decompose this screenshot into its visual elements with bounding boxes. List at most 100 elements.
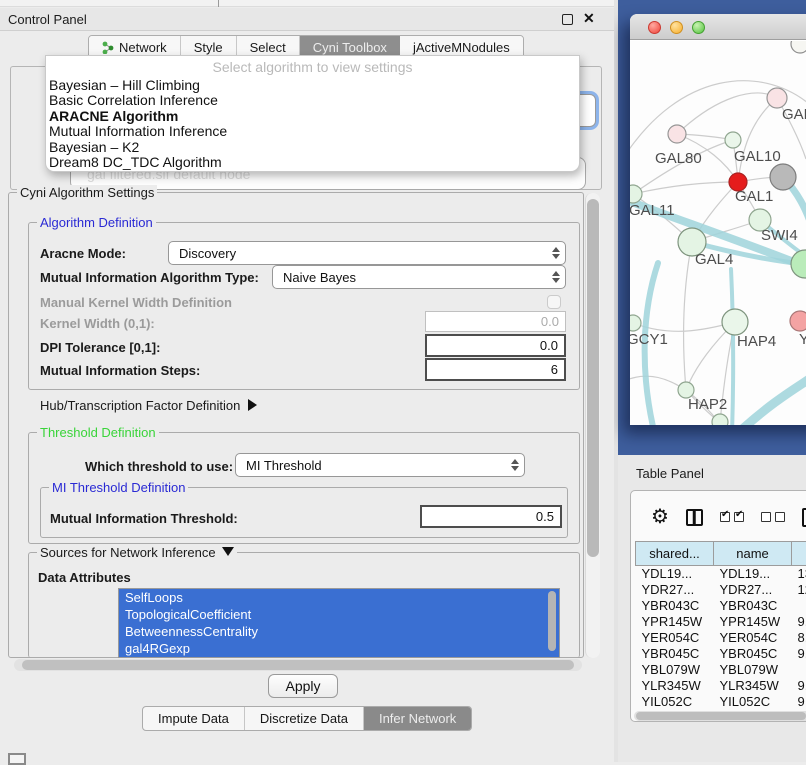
node-label-gal80: GAL80 bbox=[655, 150, 702, 167]
tab-impute-data[interactable]: Impute Data bbox=[143, 707, 245, 730]
close-traffic-light-icon[interactable] bbox=[648, 21, 661, 34]
dropdown-item[interactable]: ARACNE Algorithm bbox=[46, 109, 579, 124]
node-label-gal1: GAL1 bbox=[735, 188, 773, 205]
table-cell: 8. bbox=[792, 630, 806, 646]
network-node[interactable] bbox=[722, 309, 748, 335]
mi-type-combo[interactable]: Naive Bayes bbox=[272, 265, 566, 289]
attribute-item[interactable]: BetweennessCentrality bbox=[119, 623, 559, 640]
mi-threshold-label: Mutual Information Threshold: bbox=[50, 511, 238, 526]
tab-infer-network[interactable]: Infer Network bbox=[364, 707, 471, 730]
list-scrollbar-thumb[interactable] bbox=[548, 591, 556, 651]
attribute-item[interactable]: gal4RGexp bbox=[119, 640, 559, 657]
column-header[interactable]: A bbox=[792, 542, 806, 566]
network-graph: GALGAL80GAL10GAL1GAL11SWI4GAL4GCY1HAP4YH… bbox=[630, 41, 806, 425]
network-node[interactable] bbox=[791, 41, 806, 53]
network-node[interactable] bbox=[630, 185, 642, 203]
table-row[interactable]: YER054CYER054C8. bbox=[636, 630, 806, 646]
settings-vertical-thumb[interactable] bbox=[587, 199, 599, 557]
table-row[interactable]: YDL19...YDL19...13 bbox=[636, 566, 806, 582]
network-node[interactable] bbox=[630, 315, 641, 331]
manual-kernel-checkbox[interactable] bbox=[547, 295, 561, 309]
kernel-width-field[interactable]: 0.0 bbox=[425, 311, 566, 332]
hub-definition-toggle[interactable]: Hub/Transcription Factor Definition bbox=[40, 398, 257, 413]
dropdown-item[interactable]: Mutual Information Inference bbox=[46, 124, 579, 139]
table-cell: 13 bbox=[792, 566, 806, 582]
column-split-icon[interactable] bbox=[686, 509, 703, 526]
network-node[interactable] bbox=[725, 132, 741, 148]
column-header[interactable]: shared... bbox=[636, 542, 714, 566]
table-row[interactable]: YBR045CYBR045C9. bbox=[636, 646, 806, 662]
data-attributes-list[interactable]: SelfLoopsTopologicalCoefficientBetweenne… bbox=[118, 588, 560, 658]
network-node[interactable] bbox=[770, 164, 796, 190]
mi-steps-field[interactable]: 6 bbox=[425, 358, 566, 381]
node-table[interactable]: shared...nameA YDL19...YDL19...13YDR27..… bbox=[635, 541, 806, 710]
table-cell: YIL052C bbox=[714, 694, 792, 710]
table-row[interactable]: YPR145WYPR145W9. bbox=[636, 614, 806, 630]
mi-threshold-group-title: MI Threshold Definition bbox=[49, 480, 188, 495]
zoom-traffic-light-icon[interactable] bbox=[692, 21, 705, 34]
dpi-tolerance-field[interactable]: 0.0 bbox=[425, 334, 566, 357]
stepper-icon bbox=[506, 454, 524, 476]
network-edge[interactable] bbox=[684, 242, 692, 390]
table-cell bbox=[792, 662, 806, 678]
node-label-y: Y bbox=[799, 331, 806, 348]
network-window-titlebar[interactable] bbox=[630, 14, 806, 40]
column-header[interactable]: name bbox=[714, 542, 792, 566]
table-row[interactable]: YIL052CYIL052C9 bbox=[636, 694, 806, 710]
which-threshold-label: Which threshold to use: bbox=[85, 459, 233, 474]
stepper-icon bbox=[547, 242, 565, 264]
table-cell: YIL052C bbox=[636, 694, 714, 710]
dropdown-item[interactable]: Bayesian – K2 bbox=[46, 140, 579, 155]
checked-pair-icon[interactable] bbox=[720, 512, 744, 522]
close-icon[interactable]: ✕ bbox=[583, 10, 595, 27]
float-window-icon[interactable] bbox=[562, 14, 573, 25]
unchecked-pair-icon[interactable] bbox=[761, 512, 785, 522]
table-cell: YBL079W bbox=[636, 662, 714, 678]
network-node[interactable] bbox=[790, 311, 806, 331]
network-node[interactable] bbox=[712, 414, 728, 425]
dropdown-item[interactable]: Dream8 DC_TDC Algorithm bbox=[46, 155, 579, 170]
document-icon[interactable] bbox=[802, 508, 806, 527]
dropdown-prompt: Select algorithm to view settings bbox=[46, 56, 579, 78]
which-threshold-combo[interactable]: MI Threshold bbox=[235, 453, 525, 477]
aracne-mode-combo[interactable]: Discovery bbox=[168, 241, 566, 265]
mi-threshold-field[interactable]: 0.5 bbox=[420, 505, 562, 528]
table-row[interactable]: YLR345WYLR345W9. bbox=[636, 678, 806, 694]
dropdown-item[interactable]: Basic Correlation Inference bbox=[46, 93, 579, 108]
aracne-mode-label: Aracne Mode: bbox=[40, 246, 126, 261]
settings-horizontal-thumb[interactable] bbox=[22, 660, 574, 670]
network-edge[interactable] bbox=[738, 373, 806, 425]
table-cell bbox=[792, 598, 806, 614]
minimize-traffic-light-icon[interactable] bbox=[670, 21, 683, 34]
attribute-item[interactable]: TopologicalCoefficient bbox=[119, 606, 559, 623]
network-node[interactable] bbox=[791, 250, 806, 278]
table-horizontal-thumb[interactable] bbox=[636, 712, 806, 720]
node-label-swi4: SWI4 bbox=[761, 227, 798, 244]
network-edge[interactable] bbox=[633, 140, 733, 194]
sources-group-title[interactable]: Sources for Network Inference bbox=[37, 545, 237, 560]
collapse-down-icon bbox=[222, 547, 234, 556]
table-cell: YDR27... bbox=[636, 582, 714, 598]
network-view-window[interactable]: GALGAL80GAL10GAL1GAL11SWI4GAL4GCY1HAP4YH… bbox=[630, 14, 806, 425]
network-edge[interactable] bbox=[731, 269, 733, 425]
table-cell: YBR043C bbox=[636, 598, 714, 614]
manual-kernel-label: Manual Kernel Width Definition bbox=[40, 295, 232, 310]
table-row[interactable]: YDR27...YDR27...12 bbox=[636, 582, 806, 598]
table-cell: YBR043C bbox=[714, 598, 792, 614]
table-cell: YER054C bbox=[714, 630, 792, 646]
gear-icon[interactable]: ⚙ bbox=[651, 507, 669, 527]
dropdown-item[interactable]: Bayesian – Hill Climbing bbox=[46, 78, 579, 93]
tab-discretize-data[interactable]: Discretize Data bbox=[245, 707, 364, 730]
network-node[interactable] bbox=[767, 88, 787, 108]
table-row[interactable]: YBL079WYBL079W bbox=[636, 662, 806, 678]
node-label-hap4: HAP4 bbox=[737, 333, 776, 350]
apply-button[interactable]: Apply bbox=[268, 674, 338, 698]
network-edge[interactable] bbox=[738, 98, 777, 182]
network-node[interactable] bbox=[668, 125, 686, 143]
table-cell: YPR145W bbox=[636, 614, 714, 630]
dock-corner-icon[interactable] bbox=[8, 753, 26, 765]
network-canvas[interactable]: GALGAL80GAL10GAL1GAL11SWI4GAL4GCY1HAP4YH… bbox=[630, 41, 806, 425]
table-cell: 9. bbox=[792, 678, 806, 694]
attribute-item[interactable]: SelfLoops bbox=[119, 589, 559, 606]
table-row[interactable]: YBR043CYBR043C bbox=[636, 598, 806, 614]
